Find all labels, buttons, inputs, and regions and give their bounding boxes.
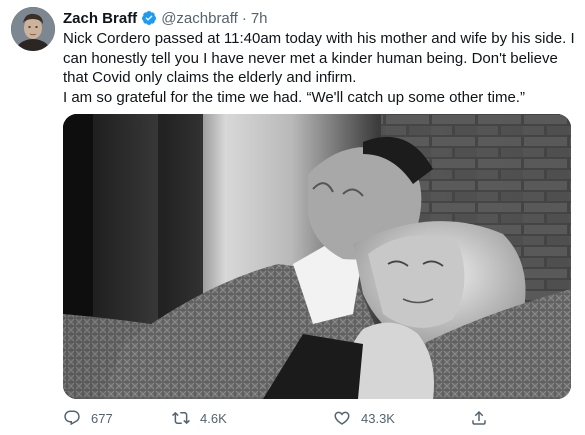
author-handle[interactable]: @zachbraff [161,10,238,27]
share-icon [472,410,486,425]
avatar[interactable] [11,7,55,51]
like-count: 43.3K [361,410,395,426]
reply-icon [64,410,80,426]
reply-count: 677 [91,410,113,426]
time-separator: · [241,9,247,27]
author-name[interactable]: Zach Braff [63,10,137,27]
like-icon [334,411,350,425]
retweet-icon [172,411,190,425]
tweet-text-line: that Covid only claims the elderly and i… [63,69,357,87]
tweet-actions: 677 4.6K 43.3K [63,407,523,429]
retweet-count: 4.6K [200,410,227,426]
share-button[interactable] [470,407,488,429]
tweet-card[interactable]: Zach Braff @zachbraff · 7h Nick Cordero … [0,0,585,435]
tweet-text-line: can honestly tell you I have never met a… [63,49,558,67]
tweet-text-line: Nick Cordero passed at 11:40am today wit… [63,30,575,47]
verified-badge-icon [141,10,157,26]
retweet-button[interactable]: 4.6K [172,407,227,429]
like-button[interactable]: 43.3K [333,407,395,429]
reply-button[interactable]: 677 [63,407,113,429]
tweet-text-line: I am so grateful for the time we had. “W… [63,88,525,106]
tweet-text: Nick Cordero passed at 11:40am today wit… [63,29,578,107]
tweet-header: Zach Braff @zachbraff · 7h [63,9,268,27]
tweet-photo[interactable] [63,114,571,399]
tweet-timestamp[interactable]: 7h [251,10,268,27]
